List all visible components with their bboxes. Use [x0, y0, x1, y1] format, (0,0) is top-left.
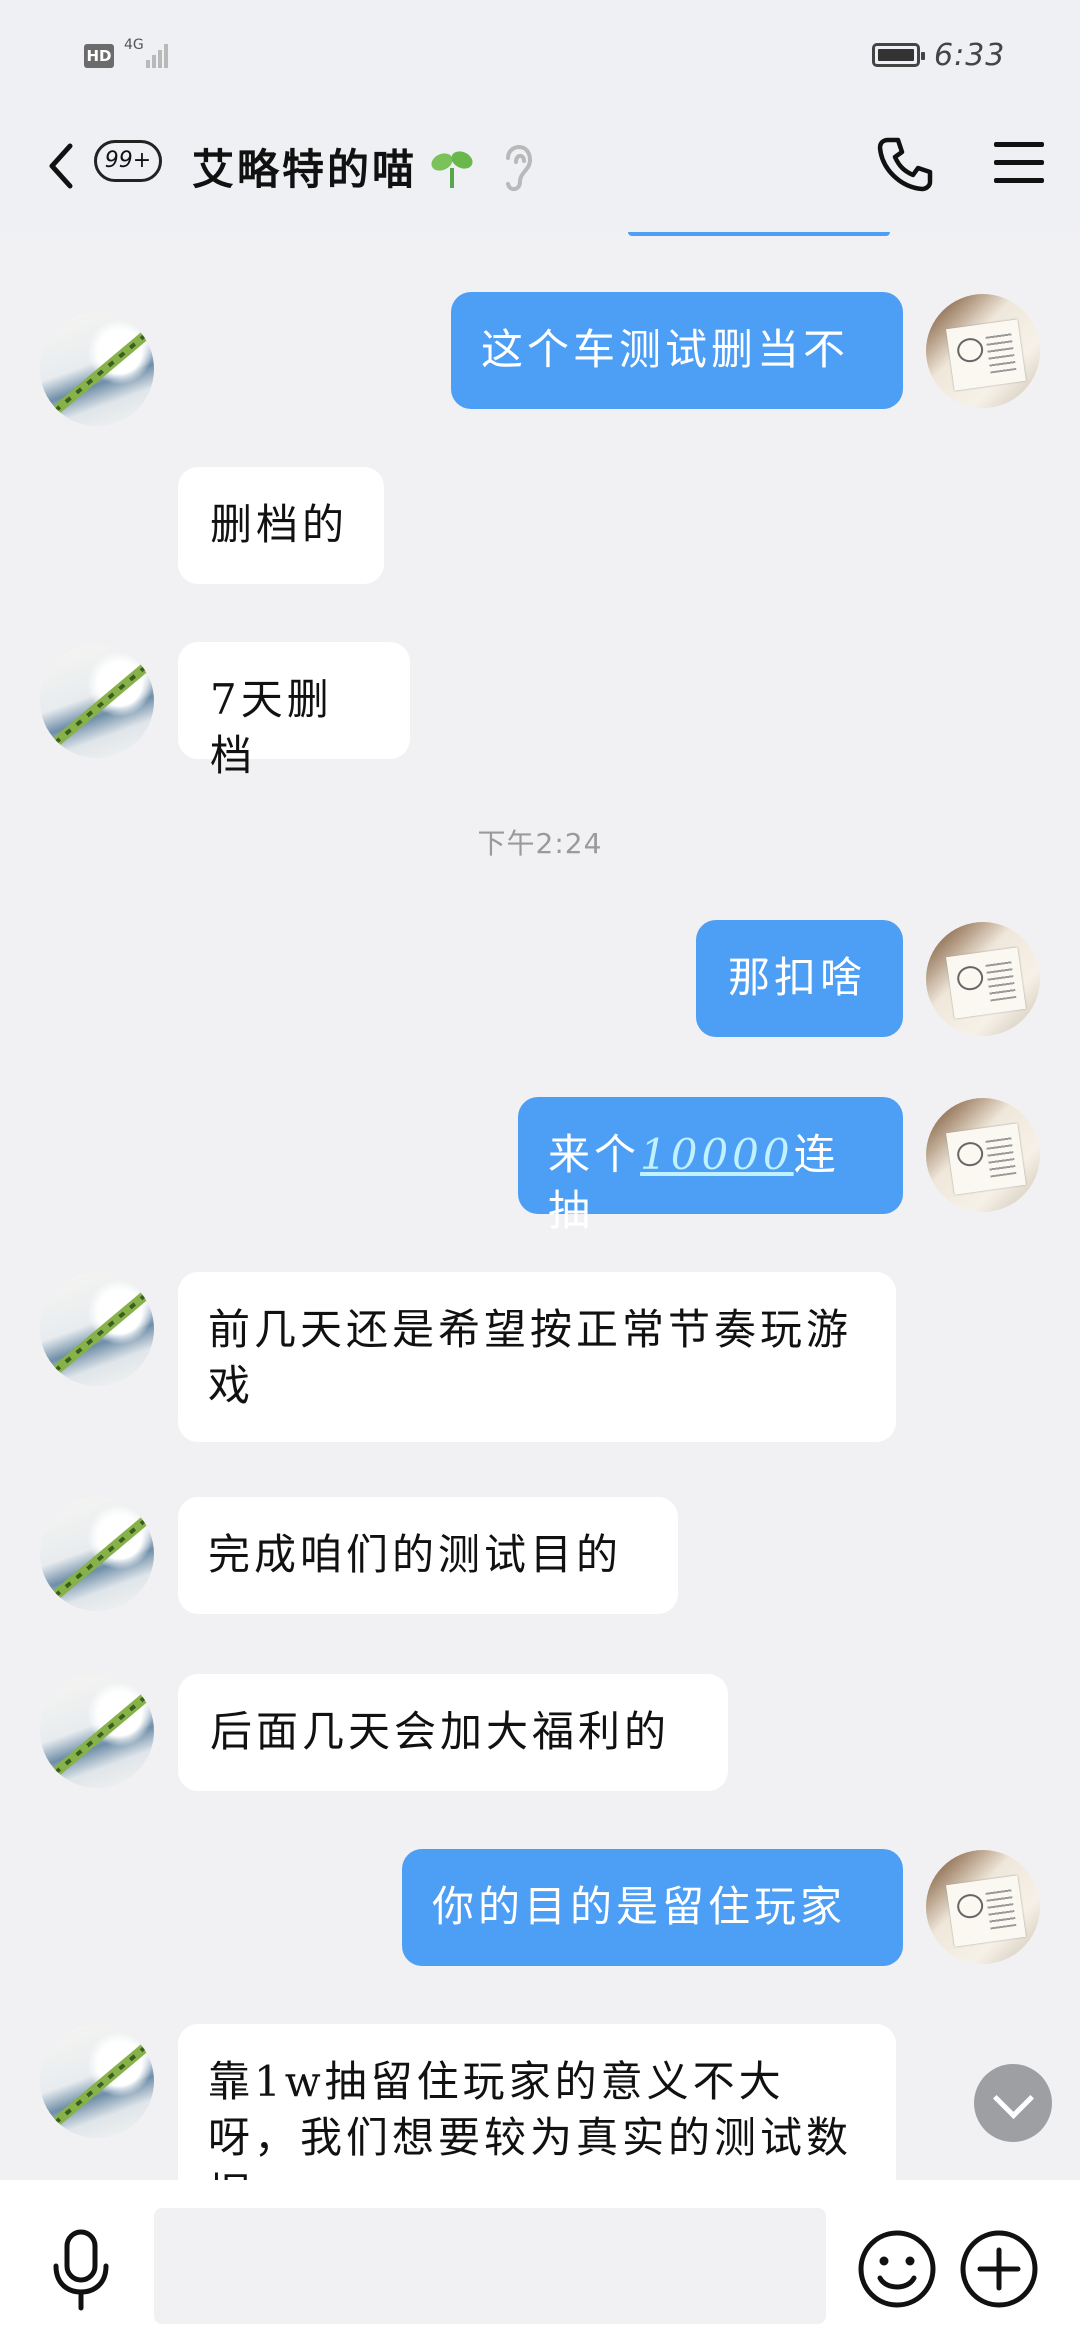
microphone-icon[interactable]: [50, 2228, 112, 2312]
back-arrow-icon[interactable]: [42, 136, 82, 196]
signal-icon: [146, 40, 172, 68]
battery-icon: [872, 43, 925, 67]
chat-header: 99+ 艾略特的喵: [0, 110, 1080, 232]
my-avatar[interactable]: [926, 294, 1040, 408]
message-timestamp: 下午2:24: [477, 827, 603, 860]
number-link[interactable]: 10000: [640, 1130, 794, 1179]
contact-name[interactable]: 艾略特的喵: [192, 136, 417, 197]
message-text: 来个: [548, 1130, 641, 1179]
previous-bubble-edge: [628, 232, 890, 236]
message-bubble-outgoing[interactable]: 这个车测试删当不: [451, 292, 903, 409]
message-bubble-incoming[interactable]: 后面几天会加大福利的: [178, 1674, 728, 1791]
status-bar: HD 4G 6:33: [0, 0, 1080, 110]
contact-avatar[interactable]: [40, 2024, 154, 2138]
contact-avatar[interactable]: [40, 1497, 154, 1611]
ear-icon[interactable]: [498, 138, 538, 196]
my-avatar[interactable]: [926, 1850, 1040, 1964]
contact-avatar[interactable]: [40, 312, 154, 426]
contact-avatar[interactable]: [40, 644, 154, 758]
message-input[interactable]: [154, 2208, 826, 2324]
my-avatar[interactable]: [926, 922, 1040, 1036]
message-bubble-incoming[interactable]: 前几天还是希望按正常节奏玩游戏: [178, 1272, 896, 1442]
menu-icon[interactable]: [994, 138, 1044, 188]
input-bar: [0, 2180, 1080, 2351]
message-bubble-outgoing[interactable]: 来个10000连抽: [518, 1097, 903, 1235]
message-list[interactable]: 这个车测试删当不 删档的 7天删档 下午2:24 那扣啥 来个10000连抽 前…: [0, 232, 1080, 2180]
my-avatar[interactable]: [926, 1098, 1040, 1212]
phone-call-icon[interactable]: [874, 134, 934, 194]
message-bubble-outgoing[interactable]: 你的目的是留住玩家: [402, 1849, 903, 1966]
message-bubble-incoming[interactable]: 靠1w抽留住玩家的意义不大呀，我们想要较为真实的测试数据: [178, 2024, 896, 2180]
status-time: 6:33: [934, 38, 1006, 73]
sprout-icon: [431, 151, 473, 188]
emoji-icon[interactable]: [856, 2228, 938, 2310]
scroll-to-bottom-button[interactable]: [974, 2064, 1052, 2142]
message-bubble-incoming[interactable]: 完成咱们的测试目的: [178, 1497, 678, 1614]
unread-count-badge[interactable]: 99+: [94, 140, 162, 182]
hd-indicator: HD: [84, 44, 114, 68]
message-bubble-outgoing[interactable]: 那扣啥: [696, 920, 903, 1037]
network-type: 4G: [124, 37, 144, 53]
message-bubble-incoming[interactable]: 删档的: [178, 467, 384, 584]
message-bubble-incoming[interactable]: 7天删档: [178, 642, 410, 780]
contact-avatar[interactable]: [40, 1674, 154, 1788]
contact-avatar[interactable]: [40, 1272, 154, 1386]
add-icon[interactable]: [958, 2228, 1040, 2310]
